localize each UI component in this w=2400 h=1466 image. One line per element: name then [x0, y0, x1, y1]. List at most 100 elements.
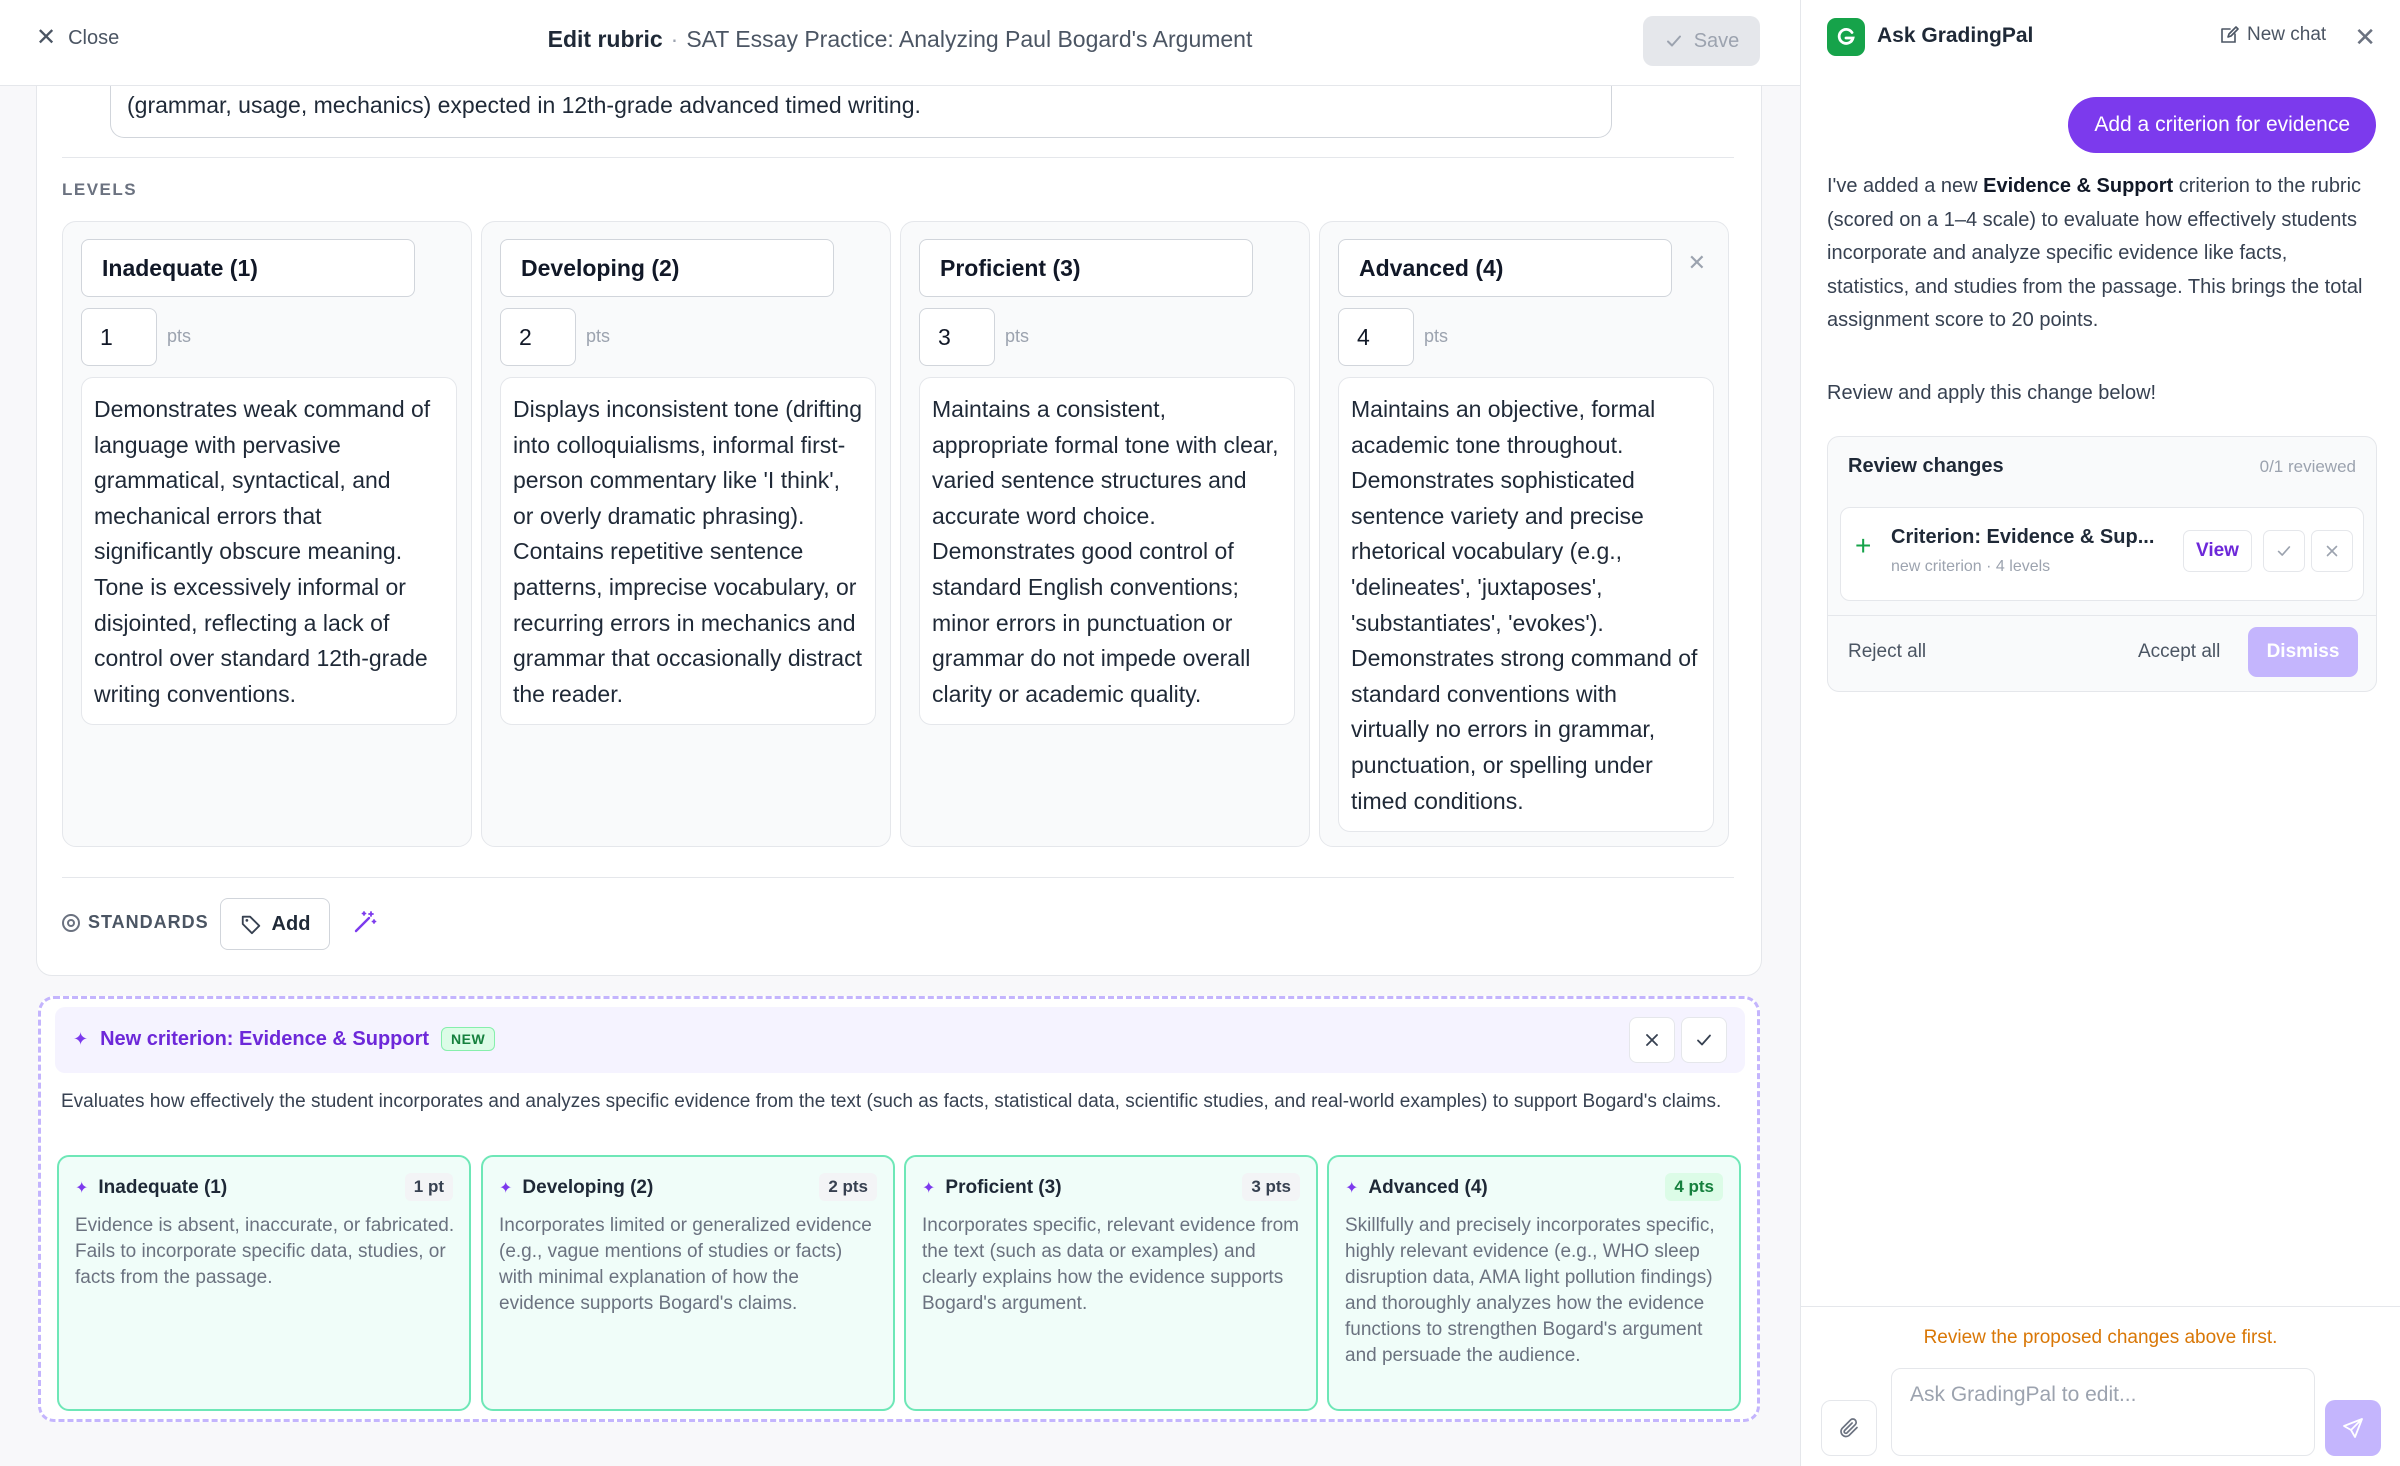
add-standard-label: Add: [271, 912, 311, 935]
level-points-input[interactable]: 2: [500, 308, 576, 366]
sparkle-icon: ✦: [75, 1180, 89, 1197]
user-message: Add a criterion for evidence: [2068, 97, 2376, 153]
sparkle-icon: ✦: [922, 1180, 936, 1197]
close-icon: [2326, 545, 2338, 557]
sparkle-icon: ✦: [73, 1028, 89, 1049]
level-points-input[interactable]: 1: [81, 308, 157, 366]
standards-label: STANDARDS: [88, 912, 209, 932]
level-name-input[interactable]: Proficient (3): [919, 239, 1253, 297]
paperclip-icon: [1840, 1418, 1858, 1438]
page-title-main: Edit rubric: [547, 26, 663, 52]
level-description-input[interactable]: Displays inconsistent tone (drifting int…: [500, 377, 876, 726]
review-item-subtitle: new criterion · 4 levels: [1891, 558, 2051, 575]
proposed-level-points: 1 pt: [404, 1173, 453, 1201]
rubric-editor-pane: ✕ Close Edit rubric · SAT Essay Practice: …: [0, 0, 1800, 1466]
top-bar: ✕ Close Edit rubric · SAT Essay Practice: …: [0, 0, 1800, 86]
points-unit-label: pts: [1424, 326, 1449, 346]
proposed-level-name: Inadequate (1): [98, 1177, 228, 1198]
page-title: Edit rubric · SAT Essay Practice: Analyzin…: [0, 26, 1800, 53]
divider: [1828, 615, 2376, 616]
assistant-title: Ask GradingPal: [1877, 24, 2034, 47]
proposed-level-description: Evidence is absent, inaccurate, or fabri…: [75, 1215, 455, 1288]
send-button[interactable]: [2325, 1400, 2381, 1456]
close-icon: [1646, 1034, 1658, 1046]
reject-change-button[interactable]: [2311, 530, 2353, 572]
magic-wand-icon[interactable]: [352, 909, 378, 935]
accept-change-button[interactable]: [2263, 530, 2305, 572]
attach-button[interactable]: [1821, 1400, 1877, 1456]
proposed-level-description: Skillfully and precisely incorporates sp…: [1345, 1215, 1715, 1366]
points-unit-label: pts: [167, 326, 192, 346]
dismiss-button[interactable]: Dismiss: [2248, 627, 2358, 677]
divider: [62, 157, 1734, 158]
proposed-criterion-title: ✦ New criterion: Evidence & Support NEW: [73, 1027, 496, 1051]
level-column: Inadequate (1) 1 pts Demonstrates weak c…: [62, 221, 472, 847]
level-name-input[interactable]: Developing (2): [500, 239, 834, 297]
divider: [62, 877, 1734, 878]
accept-all-button[interactable]: Accept all: [2138, 641, 2220, 663]
close-icon[interactable]: ✕: [2354, 22, 2376, 53]
proposed-level-card: ✦ Inadequate (1) 1 pt Evidence is absent,…: [57, 1155, 471, 1411]
check-icon: [1666, 35, 1681, 47]
new-chat-button[interactable]: New chat: [2219, 24, 2326, 46]
proposed-criterion-description: Evaluates how effectively the student in…: [61, 1091, 1722, 1112]
level-name-input[interactable]: Advanced (4): [1338, 239, 1672, 297]
assistant-message: I've added a new Evidence & Support crit…: [1827, 170, 2367, 338]
proposed-level-points: 2 pts: [819, 1173, 877, 1201]
target-icon: [62, 913, 80, 932]
proposed-level-points: 3 pts: [1242, 1173, 1300, 1201]
new-badge: NEW: [441, 1027, 496, 1051]
level-column: Advanced (4) ✕ 4 pts Maintains an object…: [1319, 221, 1729, 847]
edit-icon: [2221, 26, 2239, 43]
reject-all-button[interactable]: Reject all: [1848, 641, 1926, 663]
proposed-level-header: ✦ Proficient (3): [922, 1177, 1062, 1199]
title-separator: ·: [670, 26, 679, 52]
level-name-input[interactable]: Inadequate (1): [81, 239, 415, 297]
proposed-criterion: ✦ New criterion: Evidence & Support NEW …: [38, 996, 1760, 1422]
level-description-input[interactable]: Maintains a consistent, appropriate form…: [919, 377, 1295, 726]
accept-proposal-button[interactable]: [1681, 1017, 1727, 1063]
view-change-button[interactable]: View: [2183, 530, 2252, 572]
proposed-level-name: Developing (2): [522, 1177, 654, 1198]
sparkle-icon: ✦: [499, 1180, 513, 1197]
proposed-criterion-header: ✦ New criterion: Evidence & Support NEW: [55, 1007, 1745, 1073]
remove-level-icon[interactable]: ✕: [1688, 250, 1706, 276]
plus-icon: +: [1855, 530, 1872, 561]
review-count: 0/1 reviewed: [2259, 457, 2356, 476]
level-description-input[interactable]: Maintains an objective, formal academic …: [1338, 377, 1714, 833]
assistant-message-highlight: Evidence & Support: [1983, 175, 2174, 197]
assistant-followup: Review and apply this change below!: [1827, 382, 2157, 404]
add-standard-button[interactable]: Add: [220, 898, 330, 950]
level-column: Proficient (3) 3 pts Maintains a consist…: [900, 221, 1310, 847]
level-points-input[interactable]: 4: [1338, 308, 1414, 366]
chat-input[interactable]: [1891, 1368, 2315, 1456]
gradingpal-logo-icon: [1827, 18, 1865, 56]
points-unit-label: pts: [586, 326, 611, 346]
check-icon: [1697, 1034, 1711, 1046]
proposed-level-header: ✦ Inadequate (1): [75, 1177, 227, 1199]
proposed-level-card: ✦ Proficient (3) 3 pts Incorporates speci…: [904, 1155, 1318, 1411]
proposed-level-name: Advanced (4): [1368, 1177, 1488, 1198]
level-description-input[interactable]: Demonstrates weak command of language wi…: [81, 377, 457, 726]
proposal-actions: [1629, 1017, 1727, 1063]
proposed-level-description: Incorporates specific, relevant evidence…: [922, 1215, 1300, 1314]
assistant-message-intro: I've added a new: [1827, 175, 1984, 197]
proposed-level-header: ✦ Developing (2): [499, 1177, 653, 1199]
standards-heading: STANDARDS: [62, 912, 209, 933]
assistant-message-body: criterion to the rubric (scored on a 1–4…: [1827, 175, 2363, 331]
send-icon: [2343, 1418, 2363, 1438]
review-title: Review changes: [1848, 455, 2004, 477]
divider: [1801, 1306, 2400, 1307]
reject-proposal-button[interactable]: [1629, 1017, 1675, 1063]
save-label: Save: [1693, 29, 1740, 52]
assignment-title: SAT Essay Practice: Analyzing Paul Bogar…: [686, 26, 1253, 52]
proposed-level-header: ✦ Advanced (4): [1345, 1177, 1488, 1199]
save-button[interactable]: Save: [1643, 16, 1760, 66]
proposed-level-description: Incorporates limited or generalized evid…: [499, 1215, 872, 1314]
new-chat-label: New chat: [2247, 24, 2327, 45]
level-column: Developing (2) 2 pts Displays inconsiste…: [481, 221, 891, 847]
proposed-level-card: ✦ Developing (2) 2 pts Incorporates limit…: [481, 1155, 895, 1411]
proposed-criterion-name: New criterion: Evidence & Support: [100, 1027, 430, 1050]
level-points-input[interactable]: 3: [919, 308, 995, 366]
review-warning: Review the proposed changes above first.: [1923, 1327, 2278, 1348]
